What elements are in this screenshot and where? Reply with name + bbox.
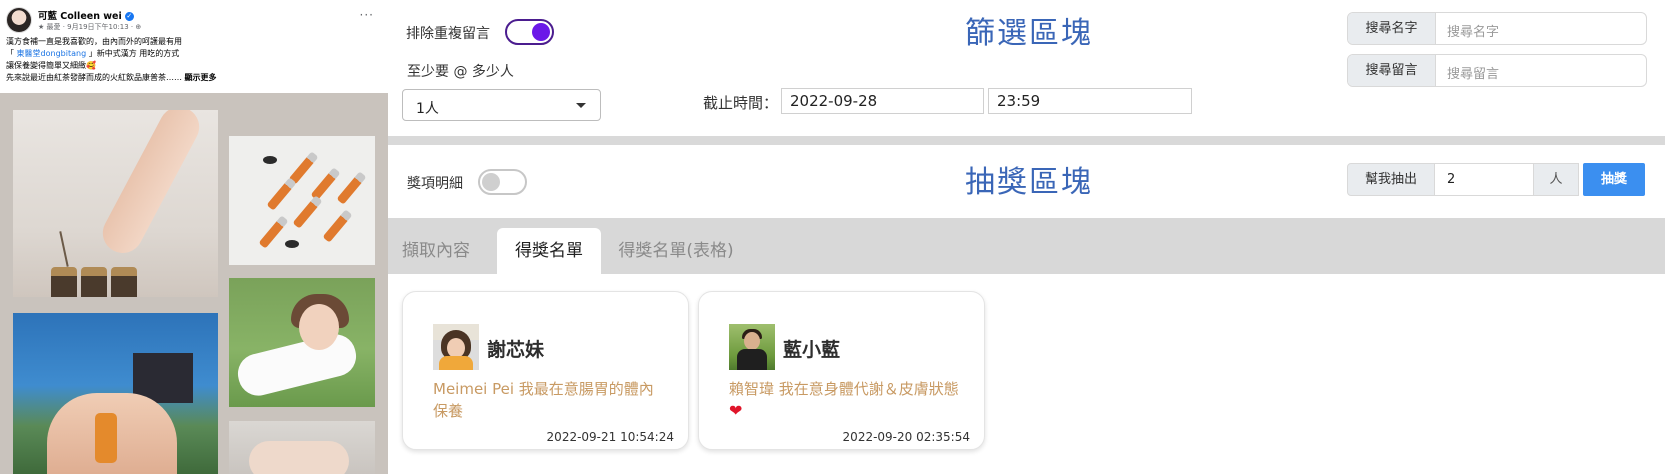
post-photo[interactable] [13,313,218,474]
post-text-line: 漢方食補一直是我喜歡的，由內而外的呵護最有用 [6,37,182,46]
chevron-down-icon [576,103,586,108]
winner-card[interactable]: 謝芯妹 Meimei Pei 我最在意腸胃的體內保養 2022-09-21 10… [402,291,689,450]
search-comment-label: 搜尋留言 [1348,55,1436,86]
search-name-label: 搜尋名字 [1348,13,1436,44]
deadline-time-input[interactable]: 23:59 [988,88,1192,114]
post-photo[interactable] [229,421,375,474]
tab-winners-table[interactable]: 得獎名單(表格) [611,228,741,274]
toggle-knob [482,173,500,191]
post-text-fragment: 先來說最近由紅茶發酵而成的火紅飲品康普茶…… [6,73,182,82]
more-options-icon[interactable]: ··· [360,8,374,22]
section-divider [388,136,1665,145]
verified-badge-icon: ✓ [124,12,134,21]
winner-count-input[interactable]: 2 [1434,163,1534,196]
heart-icon: ❤ [729,401,743,420]
tab-fetch-content[interactable]: 擷取內容 [388,228,484,274]
post-text-line: 先來說最近由紅茶發酵而成的火紅飲品康普茶…… 顯示更多 [6,72,376,84]
post-photo[interactable] [229,278,375,407]
lottery-app: 排除重複留言 至少要 @ 多少人 1人 篩選區塊 截止時間： 2022-09-2… [388,0,1665,474]
draw-controls: 幫我抽出 2 人 抽獎 [1347,163,1646,196]
search-comment-input[interactable]: 搜尋留言 [1447,63,1499,82]
result-tabs: 擷取內容 得獎名單 得獎名單(表格) [388,218,1665,274]
dedupe-toggle[interactable] [505,19,554,45]
post-text-line: 「 東醫堂dongbitang 」新中式漢方 用吃的方式 [6,48,376,60]
draw-button[interactable]: 抽獎 [1583,163,1645,196]
draw-section-title: 抽獎區塊 [965,165,1093,200]
winners-panel: 謝芯妹 Meimei Pei 我最在意腸胃的體內保養 2022-09-21 10… [388,274,1665,474]
min-mentions-value: 1人 [416,101,439,117]
min-mentions-select[interactable]: 1人 [402,89,601,121]
post-text-fragment: 」新中式漢方 用吃的方式 [86,49,180,58]
author-name[interactable]: 可藍 Colleen wei [38,11,122,22]
toggle-knob [532,23,550,41]
post-text: 漢方食補一直是我喜歡的，由內而外的呵護最有用 「 東醫堂dongbitang 」… [6,36,376,84]
deadline-time-value: 23:59 [997,92,1041,110]
post-text-line: 讓保養變得簡單又細緻🥰 [6,61,96,70]
winner-count-unit: 人 [1533,163,1579,196]
deadline-label: 截止時間： [703,94,779,112]
winner-avatar [433,324,479,370]
dedupe-label: 排除重複留言 [406,26,490,42]
post-meta: ★ 最愛 · 9月19日下午10:13 · ⊕ [38,23,142,31]
post-photo[interactable] [13,110,218,297]
search-comment-group: 搜尋留言 搜尋留言 [1347,54,1647,87]
search-name-input[interactable]: 搜尋名字 [1447,21,1499,40]
see-more-link[interactable]: 顯示更多 [185,73,217,82]
deadline-date-value: 2022-09-28 [790,92,878,110]
draw-section: 獎項明細 抽獎區塊 幫我抽出 2 人 抽獎 [388,145,1665,218]
post-header: 可藍 Colleen wei ✓ ★ 最愛 · 9月19日下午10:13 · ⊕ … [6,6,382,34]
post-author[interactable]: 可藍 Colleen wei ✓ [38,8,134,22]
winner-comment: Meimei Pei 我最在意腸胃的體內保養 [433,380,654,420]
tab-winners[interactable]: 得獎名單 [497,228,601,274]
facebook-post: 可藍 Colleen wei ✓ ★ 最愛 · 9月19日下午10:13 · ⊕ … [0,0,388,474]
winner-card[interactable]: 藍小藍 賴智瑋 我在意身體代謝＆皮膚狀態 ❤ 2022-09-20 02:35:5… [698,291,985,450]
min-mentions-label: 至少要 @ 多少人 [407,64,514,80]
filter-section-title: 篩選區塊 [965,16,1093,51]
prize-details-label: 獎項明細 [407,176,463,192]
winner-timestamp: 2022-09-20 02:35:54 [842,430,970,444]
draw-for-label: 幫我抽出 [1347,163,1435,196]
search-name-group: 搜尋名字 搜尋名字 [1347,12,1647,45]
winner-comment-text: 賴智瑋 我在意身體代謝＆皮膚狀態 [729,380,959,398]
filter-section: 排除重複留言 至少要 @ 多少人 1人 篩選區塊 截止時間： 2022-09-2… [388,0,1665,136]
post-photo-grid [0,93,388,474]
post-photo[interactable] [229,136,375,265]
winner-name: 謝芯妹 [487,339,545,361]
prize-details-toggle[interactable] [478,169,527,195]
author-avatar[interactable] [6,7,32,33]
winner-avatar [729,324,775,370]
hashtag-link[interactable]: 東醫堂dongbitang [17,49,87,58]
winner-name: 藍小藍 [783,339,841,361]
post-text-fragment: 「 [6,49,17,58]
deadline-date-input[interactable]: 2022-09-28 [781,88,984,114]
winner-comment: 賴智瑋 我在意身體代謝＆皮膚狀態 ❤ [729,378,961,422]
winner-timestamp: 2022-09-21 10:54:24 [546,430,674,444]
winner-count-value: 2 [1447,172,1456,187]
